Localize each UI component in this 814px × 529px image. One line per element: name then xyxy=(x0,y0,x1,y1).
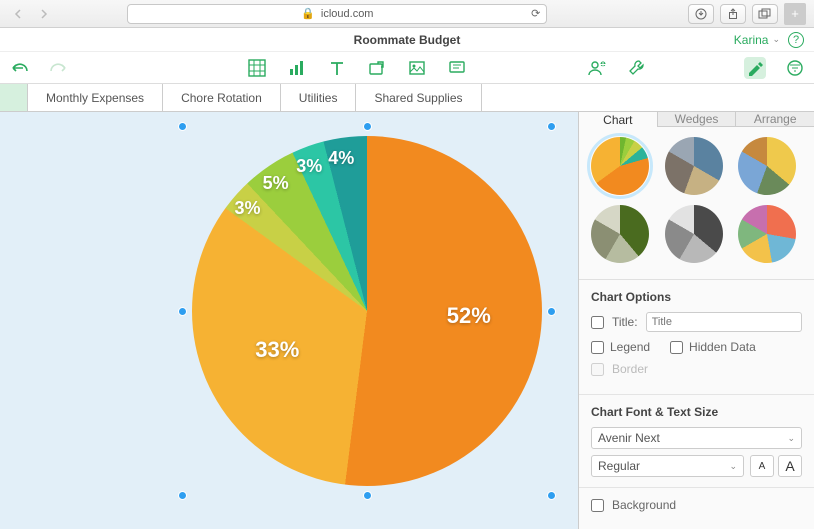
user-menu[interactable]: Karina⌄ xyxy=(734,33,780,47)
chart-style-swatch[interactable] xyxy=(665,137,723,195)
help-button[interactable]: ? xyxy=(788,32,804,48)
chevron-down-icon: ⌄ xyxy=(729,461,737,472)
background-section: Background xyxy=(579,488,814,529)
resize-handle[interactable] xyxy=(547,122,556,131)
chart-style-swatch[interactable] xyxy=(591,137,649,195)
browser-toolbar: 🔒 icloud.com ⟳ + xyxy=(0,0,814,28)
format-button[interactable] xyxy=(744,57,766,79)
section-heading: Chart Options xyxy=(591,290,802,304)
chevron-down-icon: ⌄ xyxy=(772,34,780,45)
title-bar: Roommate Budget Karina⌄ ? xyxy=(0,28,814,52)
background-checkbox[interactable] xyxy=(591,499,604,512)
pie-slice-label: 4% xyxy=(328,148,354,169)
title-checkbox[interactable] xyxy=(591,316,604,329)
pie-slice-label: 3% xyxy=(296,156,322,177)
resize-handle[interactable] xyxy=(363,122,372,131)
font-larger-button[interactable]: A xyxy=(778,455,802,477)
forward-button[interactable] xyxy=(34,4,54,24)
font-section: Chart Font & Text Size Avenir Next⌄ Regu… xyxy=(579,395,814,488)
filter-button[interactable] xyxy=(784,57,806,79)
title-label: Title: xyxy=(612,315,638,329)
back-button[interactable] xyxy=(8,4,28,24)
inspector-tab-arrange[interactable]: Arrange xyxy=(735,112,814,127)
sheet-tab[interactable]: Chore Rotation xyxy=(163,84,281,111)
chart-style-grid xyxy=(579,127,814,280)
font-smaller-button[interactable]: A xyxy=(750,455,774,477)
redo-button[interactable] xyxy=(48,57,70,79)
title-input[interactable] xyxy=(646,312,802,332)
chart-button[interactable] xyxy=(286,57,308,79)
collaborate-button[interactable] xyxy=(586,57,608,79)
canvas[interactable]: 52%33%3%5%3%4% xyxy=(0,112,578,529)
resize-handle[interactable] xyxy=(178,307,187,316)
sheet-tabs: Monthly Expenses Chore Rotation Utilitie… xyxy=(0,84,814,112)
reload-icon[interactable]: ⟳ xyxy=(531,7,540,20)
resize-handle[interactable] xyxy=(363,491,372,500)
font-family-select[interactable]: Avenir Next⌄ xyxy=(591,427,802,449)
shape-button[interactable] xyxy=(366,57,388,79)
sheet-tab[interactable]: Monthly Expenses xyxy=(28,84,163,111)
sheet-tab[interactable]: Utilities xyxy=(281,84,357,111)
legend-checkbox[interactable] xyxy=(591,341,604,354)
table-button[interactable] xyxy=(246,57,268,79)
resize-handle[interactable] xyxy=(178,491,187,500)
downloads-button[interactable] xyxy=(688,4,714,24)
url-text: icloud.com xyxy=(321,8,374,20)
pie-slice-label: 52% xyxy=(447,303,491,329)
tools-button[interactable] xyxy=(626,57,648,79)
chart-selection[interactable]: 52%33%3%5%3%4% xyxy=(182,126,552,496)
comment-button[interactable] xyxy=(446,57,468,79)
new-tab-button[interactable]: + xyxy=(784,3,806,25)
share-button[interactable] xyxy=(720,4,746,24)
chart-style-swatch[interactable] xyxy=(738,205,796,263)
url-bar[interactable]: 🔒 icloud.com ⟳ xyxy=(127,4,547,24)
inspector-tab-chart[interactable]: Chart xyxy=(579,112,657,127)
resize-handle[interactable] xyxy=(547,307,556,316)
resize-handle[interactable] xyxy=(178,122,187,131)
inspector-panel: Chart Wedges Arrange Chart Options Title… xyxy=(578,112,814,529)
pie-slice-label: 33% xyxy=(255,337,299,363)
app-toolbar xyxy=(0,52,814,84)
chart-style-swatch[interactable] xyxy=(665,205,723,263)
section-heading: Chart Font & Text Size xyxy=(591,405,802,419)
hidden-data-checkbox[interactable] xyxy=(670,341,683,354)
sheet-tab[interactable]: Shared Supplies xyxy=(356,84,481,111)
document-title: Roommate Budget xyxy=(354,33,461,47)
pie-slice-label: 3% xyxy=(234,198,260,219)
chevron-down-icon: ⌄ xyxy=(787,433,795,444)
text-button[interactable] xyxy=(326,57,348,79)
pie-slice-label: 5% xyxy=(263,173,289,194)
chart-style-swatch[interactable] xyxy=(738,137,796,195)
media-button[interactable] xyxy=(406,57,428,79)
tabs-button[interactable] xyxy=(752,4,778,24)
chart-options-section: Chart Options Title: Legend Hidden Data … xyxy=(579,280,814,395)
border-checkbox xyxy=(591,363,604,376)
lock-icon: 🔒 xyxy=(301,7,315,20)
undo-button[interactable] xyxy=(8,57,30,79)
font-style-select[interactable]: Regular⌄ xyxy=(591,455,744,477)
chart-style-swatch[interactable] xyxy=(591,205,649,263)
inspector-tab-wedges[interactable]: Wedges xyxy=(657,112,736,127)
resize-handle[interactable] xyxy=(547,491,556,500)
add-sheet-button[interactable] xyxy=(0,84,28,111)
